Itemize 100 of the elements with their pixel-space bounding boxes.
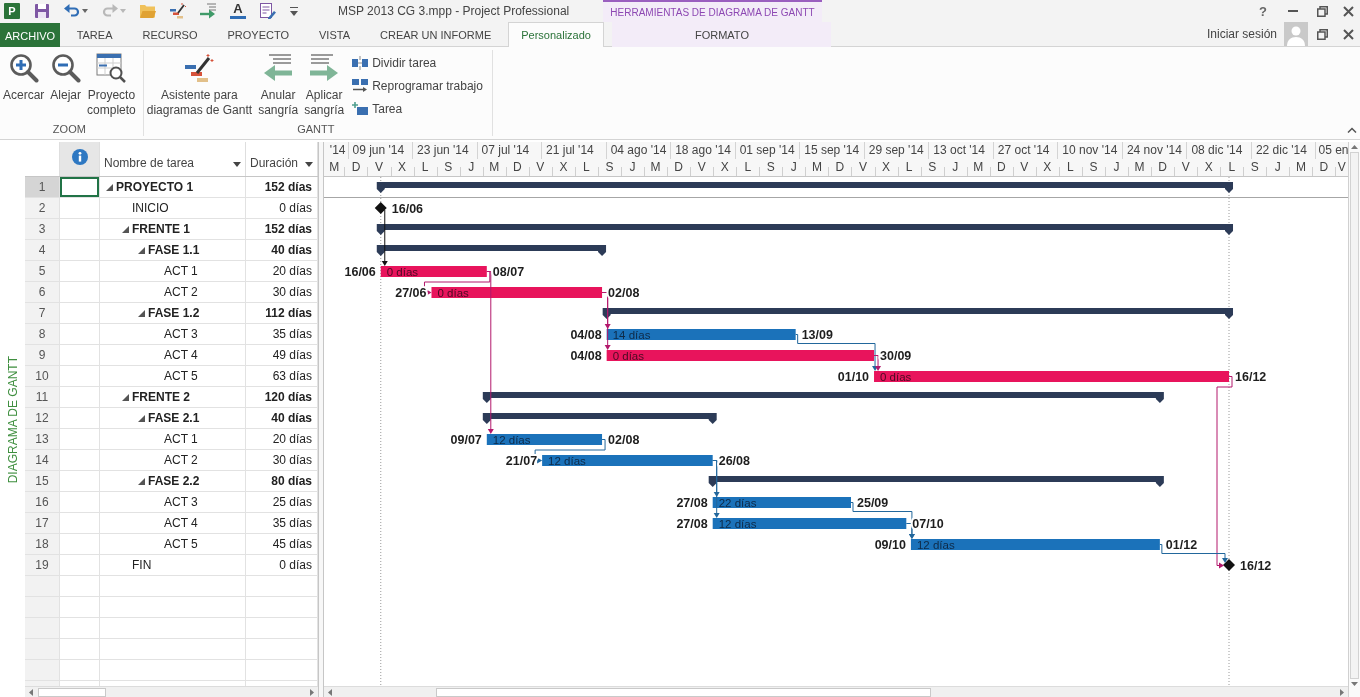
row-number[interactable]: 8 <box>25 324 60 344</box>
date-label: 16/12 <box>1240 559 1272 573</box>
bar-label: 12 días <box>916 538 955 551</box>
bars-wand-icon[interactable] <box>170 3 186 19</box>
bar-label: 22 días <box>718 496 757 509</box>
split-task-button[interactable]: Dividir tarea <box>349 51 486 74</box>
ribbon-tab[interactable]: VISTA <box>305 22 364 47</box>
close-icon[interactable] <box>1342 5 1354 17</box>
task-name: FIN <box>132 558 152 572</box>
task-duration: 30 días <box>272 453 312 467</box>
dropdown-caret-icon[interactable] <box>305 162 313 167</box>
timescale-day: M <box>324 159 345 176</box>
triangle-icon[interactable] <box>106 183 113 191</box>
triangle-icon[interactable] <box>138 309 145 317</box>
ribbon-tab[interactable]: TAREA <box>63 22 126 47</box>
task-name: ACT 3 <box>164 327 198 341</box>
restore-icon[interactable] <box>1316 5 1328 17</box>
row-number[interactable]: 1 <box>25 177 60 197</box>
ribbon-tab[interactable]: CREAR UN INFORME <box>366 22 505 47</box>
row-number[interactable]: 11 <box>25 387 60 407</box>
scroll-up-icon[interactable] <box>1351 145 1358 149</box>
undo-icon[interactable] <box>64 3 80 19</box>
collapse-ribbon-icon[interactable] <box>1347 127 1357 133</box>
row-number[interactable]: 13 <box>25 429 60 449</box>
row-number[interactable]: 16 <box>25 492 60 512</box>
outdent-button[interactable]: Anular sangría <box>257 50 300 122</box>
row-number[interactable]: 17 <box>25 513 60 533</box>
scroll-left-icon[interactable] <box>29 688 33 696</box>
column-header[interactable]: Nombre de tarea <box>100 142 246 176</box>
ribbon-tab[interactable]: Personalizado <box>507 22 605 47</box>
row-number[interactable]: 7 <box>25 303 60 323</box>
task-name: ACT 2 <box>164 285 198 299</box>
task-duration: 152 días <box>264 180 312 194</box>
scrollbar-thumb[interactable] <box>1350 152 1359 679</box>
triangle-icon[interactable] <box>138 477 145 485</box>
date-label: 27/06 <box>395 286 427 300</box>
contextual-tab-header: HERRAMIENTAS DE DIAGRAMA DE GANTT <box>603 0 822 22</box>
ribbon-tab[interactable]: FORMATO <box>612 22 832 47</box>
row-number[interactable]: 15 <box>25 471 60 491</box>
customize-caret-icon[interactable] <box>290 6 298 16</box>
form-pencil-icon[interactable] <box>260 3 276 19</box>
row-number[interactable]: 10 <box>25 366 60 386</box>
triangle-icon[interactable] <box>122 393 129 401</box>
date-label: 25/09 <box>857 496 889 510</box>
timescale-date: 05 en <box>1317 142 1348 159</box>
task-duration: 35 días <box>272 516 312 530</box>
ribbon-tab[interactable]: PROYECTO <box>214 22 303 47</box>
scrollbar-thumb[interactable] <box>38 687 106 697</box>
new-task-button[interactable]: Tarea <box>349 97 486 120</box>
reschedule-button[interactable]: Reprogramar trabajo <box>349 74 486 97</box>
bar-label: 14 días <box>612 328 651 341</box>
column-header[interactable] <box>60 142 100 176</box>
row-number[interactable]: 12 <box>25 408 60 428</box>
close-icon[interactable] <box>1342 28 1354 40</box>
view-label[interactable]: DIAGRAMA DE GANTT <box>5 355 20 484</box>
scroll-down-icon[interactable] <box>1351 682 1358 686</box>
row-number[interactable]: 9 <box>25 345 60 365</box>
triangle-icon[interactable] <box>138 414 145 422</box>
date-label: 04/08 <box>570 349 602 363</box>
row-number[interactable]: 3 <box>25 219 60 239</box>
zoom-out-button[interactable]: Alejar <box>49 50 83 122</box>
scroll-right-icon[interactable] <box>310 688 314 696</box>
ribbon-tab[interactable]: RECURSO <box>129 22 211 47</box>
date-label: 26/08 <box>718 454 750 468</box>
date-label: 16/12 <box>1235 370 1267 384</box>
ribbon-tab[interactable]: ARCHIVO <box>0 23 61 47</box>
scroll-left-icon[interactable] <box>328 688 332 696</box>
task-duration: 40 días <box>271 243 312 257</box>
row-number[interactable]: 6 <box>25 282 60 302</box>
row-number[interactable]: 19 <box>25 555 60 575</box>
dropdown-caret-icon[interactable] <box>82 9 88 13</box>
bar-label: 0 días <box>612 349 644 362</box>
group-label: ZOOM <box>51 122 87 136</box>
date-label: 04/08 <box>570 328 602 342</box>
whole-project-button[interactable]: Proyecto completo <box>86 50 137 122</box>
restore-icon[interactable] <box>1316 28 1328 40</box>
date-label: 01/10 <box>837 370 870 384</box>
save-icon[interactable] <box>34 3 50 19</box>
row-number[interactable]: 4 <box>25 240 60 260</box>
task-duration: 112 días <box>265 306 312 320</box>
row-number[interactable]: 18 <box>25 534 60 554</box>
row-number[interactable]: 14 <box>25 450 60 470</box>
row-number[interactable]: 2 <box>25 198 60 218</box>
scrollbar-thumb[interactable] <box>436 687 931 697</box>
zoom-in-button[interactable]: Acercar <box>2 50 46 122</box>
row-number[interactable]: 5 <box>25 261 60 281</box>
triangle-icon[interactable] <box>138 246 145 254</box>
app-logo[interactable]: P <box>4 3 20 19</box>
font-color-button[interactable]: A <box>230 3 246 19</box>
help-button[interactable]: ? <box>1248 0 1278 22</box>
active-cell[interactable] <box>60 177 99 197</box>
gantt-wizard-button[interactable]: Asistente para diagramas de Gantt <box>145 50 254 122</box>
scroll-right-icon[interactable] <box>1340 688 1344 696</box>
arrow-lines-icon[interactable] <box>200 3 216 19</box>
indent-button[interactable]: Aplicar sangría <box>303 50 346 122</box>
task-duration: 0 días <box>279 201 312 215</box>
triangle-icon[interactable] <box>122 225 129 233</box>
date-label: 09/07 <box>450 433 482 447</box>
sign-in-link[interactable]: Iniciar sesión <box>1206 27 1277 41</box>
dropdown-caret-icon[interactable] <box>233 162 241 167</box>
